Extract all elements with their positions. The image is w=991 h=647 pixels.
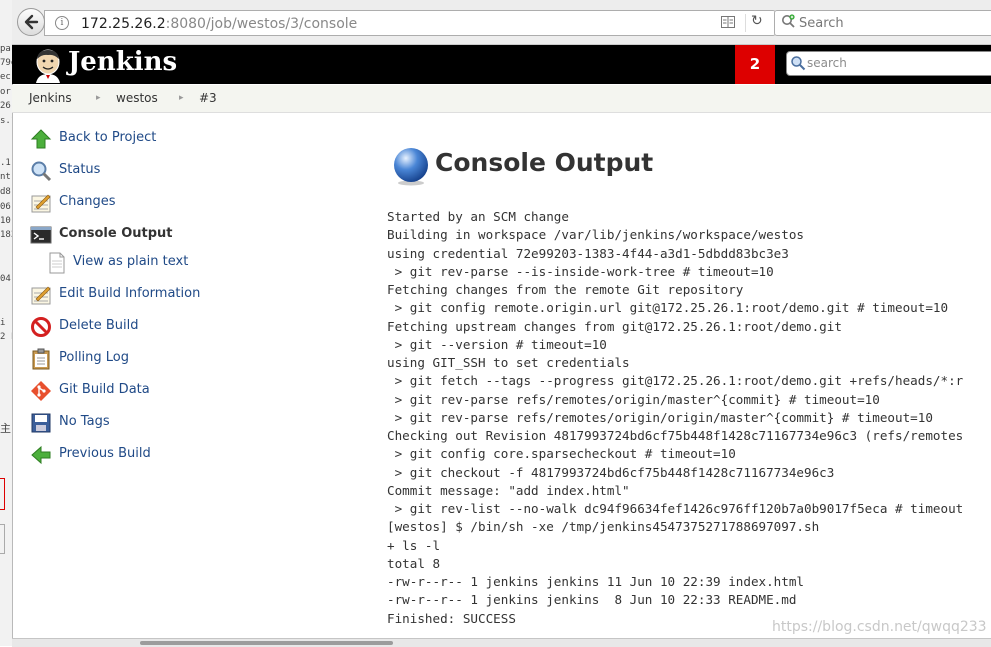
sidebar-item-label: Console Output	[59, 226, 173, 241]
info-icon[interactable]: i	[55, 16, 69, 30]
console-line: > git config core.sparsecheckout # timeo…	[387, 446, 736, 462]
console-output: Started by an SCM change Building in work…	[387, 208, 991, 628]
jenkins-search-placeholder: search	[807, 56, 847, 70]
console-line: [westos] $ /bin/sh -xe /tmp/jenkins45473…	[387, 519, 820, 535]
console-line: -rw-r--r-- 1 jenkins jenkins 11 Jun 10 2…	[387, 574, 805, 589]
console-line: > git rev-parse --is-inside-work-tree # …	[387, 263, 774, 279]
background-text: i	[0, 318, 6, 328]
url-bar[interactable]: i 172.25.26.2:8080/job/westos/3/console …	[44, 10, 776, 36]
sidebar-item-label: No Tags	[59, 414, 110, 429]
background-text: 10	[0, 216, 11, 226]
document-icon	[49, 252, 65, 274]
notification-badge[interactable]: 2	[735, 45, 775, 84]
browser-toolbar: i 172.25.26.2:8080/job/westos/3/console …	[12, 0, 991, 45]
url-text[interactable]: 172.25.26.2:8080/job/westos/3/console	[81, 16, 357, 32]
sidebar-item-label: Previous Build	[59, 446, 151, 461]
background-text: d8	[0, 187, 11, 197]
breadcrumb: Jenkins ▸ westos ▸ #3	[12, 85, 991, 113]
notepad-icon	[31, 286, 51, 305]
scrollbar-thumb[interactable]	[140, 641, 393, 645]
sidebar-item-label: Git Build Data	[59, 382, 150, 397]
console-line: > git checkout -f 4817993724bd6cf75b448f…	[387, 464, 835, 480]
background-text: 主旧	[0, 422, 12, 435]
sidebar-item-label: Back to Project	[59, 130, 157, 145]
reload-icon[interactable]: ↻	[751, 13, 763, 29]
console-line: Fetching changes from the remote Git rep…	[387, 282, 744, 297]
jenkins-logo-icon[interactable]	[30, 47, 66, 83]
terminal-icon	[30, 226, 52, 244]
sidebar-item-label: Changes	[59, 194, 116, 209]
background-text: ec	[0, 72, 11, 82]
console-line: > git rev-list --no-walk dc94f96634fef14…	[387, 501, 964, 516]
console-line: Building in workspace /var/lib/jenkins/w…	[387, 227, 805, 243]
back-arrow-icon	[24, 14, 39, 30]
background-text: 04	[0, 274, 11, 284]
back-button[interactable]	[17, 8, 45, 36]
console-globe-icon	[394, 148, 428, 186]
breadcrumb-item-jenkins[interactable]: Jenkins	[29, 91, 72, 105]
console-line: total 8	[387, 555, 441, 571]
url-host: 172.25.26.2	[81, 16, 166, 32]
browser-search-placeholder: Search	[799, 16, 844, 31]
console-line: Fetching upstream changes from git@172.2…	[387, 318, 842, 334]
breadcrumb-separator: ▸	[179, 93, 184, 103]
background-text: or	[0, 87, 11, 97]
sidebar-item-label: Edit Build Information	[59, 286, 201, 301]
console-line: using GIT_SSH to set credentials	[387, 355, 630, 370]
background-red-box	[0, 478, 5, 510]
up-arrow-icon	[30, 129, 52, 149]
background-text: nt	[0, 172, 11, 182]
sidebar-item-label: Delete Build	[59, 318, 139, 333]
watermark: https://blog.csdn.net/qwqq233	[772, 619, 987, 635]
reader-view-icon[interactable]	[721, 16, 735, 28]
console-line: > git rev-parse refs/remotes/origin/orig…	[387, 409, 933, 425]
search-icon	[791, 56, 806, 71]
no-entry-icon	[31, 317, 51, 337]
save-icon	[31, 413, 51, 433]
background-text: .1	[0, 158, 11, 168]
console-line: + ls -l	[387, 537, 441, 553]
background-text: s.1	[0, 116, 12, 126]
search-engine-icon	[782, 14, 795, 28]
console-line: > git config remote.origin.url git@172.2…	[387, 300, 949, 316]
magnifier-icon	[31, 161, 52, 182]
browser-search-bar[interactable]: Search	[774, 10, 991, 36]
jenkins-search-box[interactable]: search	[786, 51, 991, 76]
page-title: Console Output	[435, 148, 654, 177]
console-line: > git --version # timeout=10	[387, 336, 607, 352]
notepad-icon	[31, 194, 51, 213]
clipboard-icon	[32, 348, 50, 370]
breadcrumb-item-job[interactable]: westos	[116, 91, 158, 105]
background-text: pa	[0, 44, 11, 54]
jenkins-title[interactable]: Jenkins	[68, 47, 177, 77]
console-line: using credential 72e99203-1383-4f44-a3d1…	[387, 245, 789, 261]
background-grey-box	[0, 524, 5, 554]
left-arrow-icon	[31, 445, 51, 465]
console-line: -rw-r--r-- 1 jenkins jenkins 8 Jun 10 22…	[387, 592, 797, 608]
sidebar-item-label: View as plain text	[73, 254, 189, 269]
background-text: 2 F	[0, 332, 12, 342]
console-line: > git rev-parse refs/remotes/origin/mast…	[387, 391, 880, 407]
background-text: 06	[0, 202, 11, 212]
console-line: Checking out Revision 4817993724bd6cf75b…	[387, 428, 964, 443]
background-text: 183	[0, 230, 12, 240]
console-line: Commit message: "add index.html"	[387, 482, 630, 498]
url-path: :8080/job/westos/3/console	[165, 16, 358, 32]
sidebar-item-label: Status	[59, 162, 101, 177]
git-icon	[31, 381, 51, 401]
breadcrumb-separator: ▸	[96, 93, 101, 103]
url-separator	[745, 14, 746, 32]
jenkins-header: Jenkins 2 search	[12, 45, 991, 84]
console-line: > git fetch --tags --progress git@172.25…	[387, 373, 964, 389]
breadcrumb-item-build[interactable]: #3	[199, 91, 217, 105]
sidebar-item-label: Polling Log	[59, 350, 130, 365]
console-line: Started by an SCM change	[387, 209, 569, 224]
